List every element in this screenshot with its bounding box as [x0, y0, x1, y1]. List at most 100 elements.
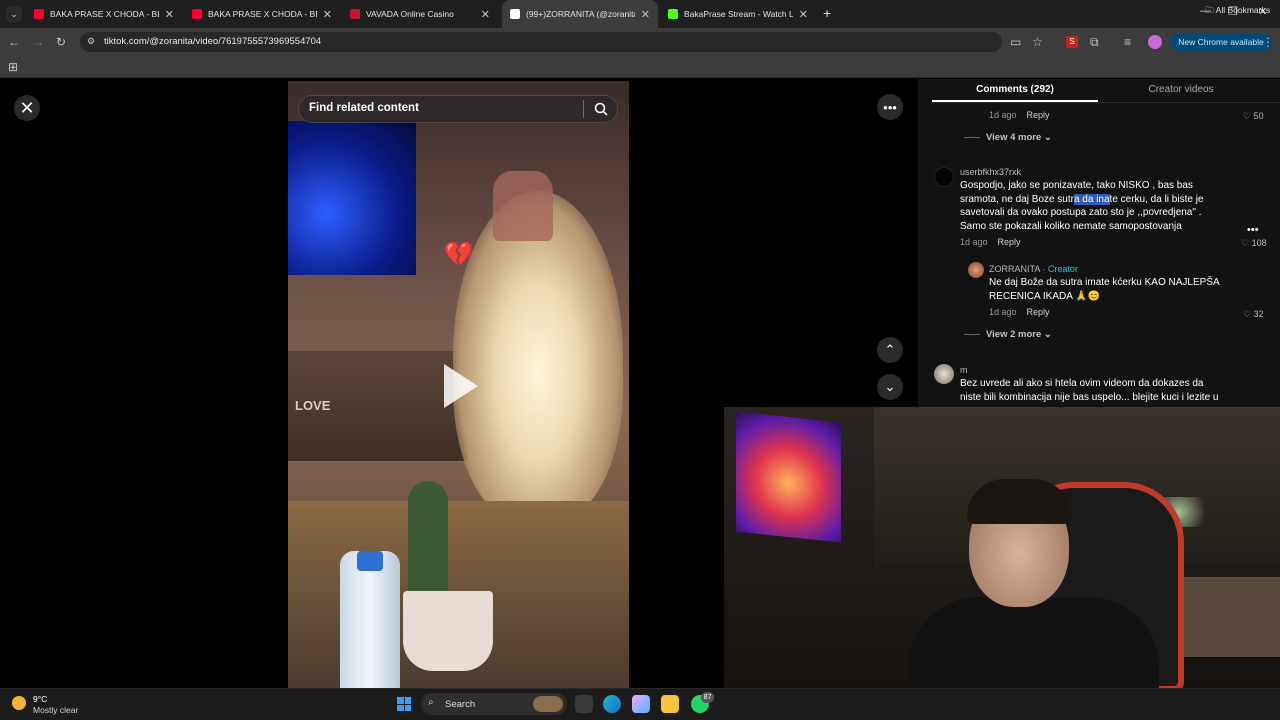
cast-icon[interactable]: ▭ — [1010, 35, 1021, 49]
water-bottle-image — [340, 551, 400, 688]
close-tab-icon[interactable]: ✕ — [641, 8, 650, 21]
site-info-icon[interactable]: ⚙ — [87, 36, 95, 47]
heart-icon: ♡ — [1243, 111, 1254, 121]
chevron-down-icon: ⌄ — [1041, 329, 1052, 340]
comment-meta: 1d ago Reply — [989, 307, 1050, 317]
divider-line — [964, 136, 980, 138]
menu-dots-icon[interactable]: ⋮ — [1262, 35, 1274, 49]
search-highlight-icon — [533, 696, 563, 712]
comment-text: Gospodjo, jako se ponizavate, tako NISKO… — [960, 179, 1222, 233]
reading-list-icon[interactable]: ≡ — [1124, 35, 1131, 49]
tab-5[interactable]: BakaPrase Stream - Watch Live ✕ — [660, 0, 816, 28]
tab-title: BAKA PRASE X CHODA - BETMI — [50, 9, 159, 19]
view-more-replies[interactable]: View 2 more ⌄ — [964, 329, 1052, 340]
comment-line: Bez uvrede ali ako si htela ovim videom … — [960, 378, 1204, 389]
close-tab-icon[interactable]: ✕ — [165, 8, 174, 21]
comment-line: Gospodjo, jako se ponizavate, tako NISKO… — [960, 180, 1193, 191]
comment-line: sramota, ne daj Boze sutra da inate cerk… — [960, 193, 1222, 207]
like-count[interactable]: ♡ 108 — [1241, 238, 1267, 249]
tiktok-icon — [510, 9, 520, 19]
extensions-icon[interactable]: ⧉ — [1090, 35, 1099, 50]
view-more-label: View 2 more — [986, 329, 1042, 340]
reply-button[interactable]: Reply — [998, 237, 1021, 247]
taskbar-search-label[interactable]: Search — [445, 699, 475, 710]
new-tab-button[interactable]: + — [823, 5, 831, 21]
creator-avatar[interactable] — [968, 262, 984, 278]
heart-icon: ♡ — [1243, 309, 1254, 319]
edge-icon[interactable] — [603, 695, 621, 713]
like-count[interactable]: ♡ 32 — [1243, 309, 1264, 320]
youtube-icon — [192, 9, 202, 19]
weather-description[interactable]: Mostly clear — [33, 705, 78, 715]
file-explorer-icon[interactable] — [661, 695, 679, 713]
previous-video-button[interactable]: ⌃ — [877, 337, 903, 363]
reply-button[interactable]: Reply — [1027, 307, 1050, 317]
tab-creator-videos[interactable]: Creator videos — [1100, 84, 1262, 95]
search-divider — [583, 100, 584, 118]
comment-more-icon[interactable]: ••• — [1247, 224, 1259, 236]
like-count-value: 108 — [1251, 238, 1267, 248]
bookmark-star-icon[interactable]: ☆ — [1032, 35, 1043, 49]
copilot-icon[interactable] — [632, 695, 650, 713]
comment-username[interactable]: m — [960, 365, 968, 375]
tab-4-active[interactable]: (99+)ZORRANITA (@zoranita) | ✕ — [502, 0, 658, 28]
tv-screen-image — [288, 121, 416, 275]
search-placeholder[interactable]: Find related content — [309, 102, 419, 114]
tab-comments[interactable]: Comments (292) — [932, 84, 1098, 95]
close-tab-icon[interactable]: ✕ — [481, 8, 490, 21]
love-sign-text: LOVE — [295, 398, 331, 413]
tab-search-dropdown[interactable]: ⌄ — [6, 6, 22, 22]
person-hair-image — [967, 479, 1071, 524]
next-video-button[interactable]: ⌄ — [877, 374, 903, 400]
close-tab-icon[interactable]: ✕ — [323, 8, 332, 21]
task-view-icon[interactable] — [575, 695, 593, 713]
avatar[interactable] — [934, 167, 954, 187]
creator-badge: · Creator — [1042, 264, 1078, 274]
heart-icon: ♡ — [1241, 238, 1252, 248]
avatar[interactable] — [934, 364, 954, 384]
tab-3[interactable]: VAVADA Online Casino ✕ — [342, 0, 498, 28]
profile-avatar[interactable] — [1148, 35, 1162, 49]
url-text[interactable]: tiktok.com/@zoranita/video/7619755573969… — [104, 36, 321, 47]
apps-grid-icon[interactable]: ⊞ — [8, 60, 18, 74]
back-icon[interactable]: ← — [8, 35, 20, 49]
all-bookmarks-button[interactable]: 🗀 All Bookmarks — [1205, 5, 1270, 19]
tab-1[interactable]: BAKA PRASE X CHODA - BETMI ✕ — [26, 0, 182, 28]
windows-start-icon[interactable] — [397, 697, 411, 711]
like-count-value: 50 — [1253, 111, 1264, 121]
webcam-overlay — [724, 407, 1280, 688]
pot-image — [403, 591, 493, 671]
comment-line: niste bili kombinacija nije bas uspelo..… — [960, 391, 1219, 403]
like-count[interactable]: ♡ 50 — [1243, 111, 1264, 122]
chevron-down-icon: ⌄ — [1041, 132, 1052, 143]
more-options-button[interactable]: ••• — [877, 94, 903, 120]
reload-icon[interactable]: ↻ — [56, 35, 66, 49]
weather-moon-icon[interactable] — [12, 696, 26, 710]
comment-username[interactable]: userbfkhx37rxk — [960, 167, 1021, 177]
view-more-replies[interactable]: View 4 more ⌄ — [964, 132, 1052, 143]
comment-text: Bez uvrede ali ako si htela ovim videom … — [960, 377, 1235, 407]
comment-fragment: te cerku, da li biste je — [1109, 193, 1204, 205]
comment-meta: 1d ago Reply — [989, 110, 1050, 120]
bow-image — [493, 171, 553, 241]
reply-button[interactable]: Reply — [1027, 110, 1050, 120]
reply-username-text: ZORRANITA — [989, 264, 1040, 274]
person-body-image — [909, 597, 1159, 688]
comment-fragment: sramota, ne daj Boze sutr — [960, 193, 1074, 205]
forward-icon[interactable]: → — [32, 35, 44, 49]
weather-temperature[interactable]: 9°C — [33, 694, 47, 704]
youtube-icon — [34, 9, 44, 19]
new-chrome-available-button[interactable]: New Chrome available — [1170, 33, 1272, 51]
close-video-button[interactable]: ✕ — [14, 95, 40, 121]
close-tab-icon[interactable]: ✕ — [799, 8, 808, 21]
reply-username[interactable]: ZORRANITA · Creator — [989, 264, 1078, 274]
broken-heart-icon: 💔 — [444, 241, 474, 268]
bottle-cap-image — [357, 551, 383, 571]
play-icon[interactable] — [444, 364, 478, 408]
folder-icon: 🗀 — [1205, 5, 1216, 15]
tab-title: (99+)ZORRANITA (@zoranita) | — [526, 9, 635, 19]
extension-s-icon[interactable]: S — [1066, 36, 1078, 48]
tab-2[interactable]: BAKA PRASE X CHODA - BETMI ✕ — [184, 0, 340, 28]
tab-title: BAKA PRASE X CHODA - BETMI — [208, 9, 317, 19]
search-icon[interactable] — [593, 101, 609, 117]
